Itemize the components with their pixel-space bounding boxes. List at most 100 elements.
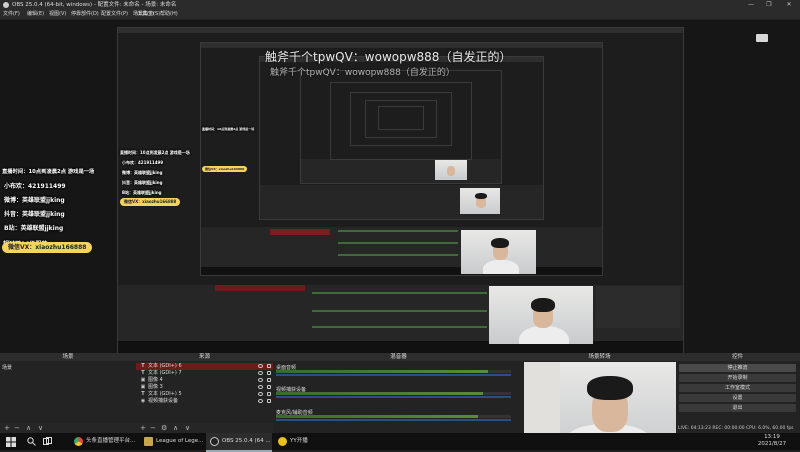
volume-slider[interactable] — [276, 396, 511, 398]
source-item[interactable]: ▣ 图像 3 — [136, 384, 273, 391]
preview-corner-icon — [756, 34, 768, 42]
source-name: 文本 (GDI+) 7 — [148, 370, 182, 376]
add-scene-button[interactable]: + — [4, 423, 10, 433]
nested-overlay-line: 直播时间：10点到凌晨2点 游戏是一场 — [202, 127, 255, 131]
source-item[interactable]: ◉ 视频捕获设备 — [136, 398, 273, 405]
nested-source-highlight — [270, 229, 330, 235]
start-button[interactable] — [4, 433, 18, 450]
text-source-icon: T — [141, 391, 145, 397]
mixer-header: 混音器 — [273, 353, 524, 361]
taskbar-app-label: YY开播 — [290, 438, 308, 444]
lock-icon[interactable] — [267, 378, 271, 382]
overlay-line-douyin: 抖音：英雄联盟jjking — [4, 211, 65, 218]
lock-icon[interactable] — [267, 392, 271, 396]
move-scene-down-button[interactable]: ∨ — [38, 423, 43, 433]
close-button[interactable]: ✕ — [782, 0, 796, 10]
image-source-icon: ▣ — [140, 384, 146, 390]
nested-controls — [596, 286, 680, 328]
menu-view[interactable]: 视图(V) — [49, 10, 66, 19]
nested-webcam-2 — [461, 230, 536, 274]
camera-source-icon: ◉ — [140, 398, 146, 404]
visibility-eye-icon[interactable] — [258, 399, 263, 403]
scenes-dock: 场景 场景 + − ∧ ∨ — [0, 353, 137, 433]
remove-source-button[interactable]: − — [150, 423, 156, 433]
lock-icon[interactable] — [267, 399, 271, 403]
visibility-eye-icon[interactable] — [258, 385, 263, 389]
obs-app-icon — [3, 2, 9, 8]
visibility-eye-icon[interactable] — [258, 378, 263, 382]
source-name: 图像 3 — [148, 384, 163, 390]
visibility-eye-icon[interactable] — [258, 364, 263, 368]
menu-tools[interactable]: 工具(T) — [137, 10, 154, 19]
nested-webcam-4 — [435, 160, 467, 180]
text-source-icon: T — [141, 363, 145, 369]
source-item[interactable]: ▣ 图像 4 — [136, 377, 273, 384]
audio-meter — [276, 370, 511, 373]
stop-streaming-button[interactable]: 停止推流 — [679, 364, 796, 372]
search-button[interactable] — [26, 433, 38, 450]
start-recording-button[interactable]: 开始录制 — [679, 374, 796, 382]
menu-docks[interactable]: 停靠部件(D) — [71, 10, 99, 19]
source-properties-button[interactable]: ⚙ — [161, 423, 167, 433]
volume-slider[interactable] — [276, 374, 511, 376]
nested-wechat-box: 微信VX：xiaozhu166888 — [120, 198, 181, 206]
sources-dock: 来源 T 文本 (GDI+) 6 T 文本 (GDI+) 7 ▣ 图像 4 ▣ … — [136, 353, 274, 433]
sources-toolbar: + − ⚙ ∧ ∨ — [136, 423, 273, 433]
move-source-up-button[interactable]: ∧ — [173, 423, 178, 433]
volume-slider[interactable] — [276, 419, 511, 421]
mixer-channel: 桌面音频 — [276, 364, 521, 378]
source-item[interactable]: T 文本 (GDI+) 6 — [136, 363, 273, 370]
nested-webcam-3 — [460, 188, 500, 214]
menu-help[interactable]: 帮助(H) — [160, 10, 178, 19]
move-source-down-button[interactable]: ∨ — [185, 423, 190, 433]
menu-file[interactable]: 文件(F) — [3, 10, 20, 19]
obs-icon — [210, 437, 219, 446]
taskbar-app-label: League of Lege... — [156, 438, 204, 444]
visibility-eye-icon[interactable] — [258, 371, 263, 375]
exit-button[interactable]: 退出 — [679, 404, 796, 412]
menu-profile[interactable]: 配置文件(P) — [101, 10, 128, 19]
scene-item[interactable]: 场景 — [2, 364, 12, 371]
scenes-toolbar: + − ∧ ∨ — [0, 423, 136, 433]
taskbar-app-league[interactable]: League of Lege... — [140, 433, 205, 450]
settings-button[interactable]: 设置 — [679, 394, 796, 402]
taskbar-app-obs[interactable]: OBS 25.0.4 (64 ... — [206, 433, 272, 452]
lock-icon[interactable] — [267, 371, 271, 375]
taskbar-app-yy[interactable]: YY开播 — [274, 433, 324, 450]
preview-canvas[interactable]: 触斧千个tpwQV：wowopw888（自发正的） 触斧千个tpwQV：wowo… — [0, 20, 800, 354]
nested-overlay-line: 小布欢：421911499 — [122, 160, 164, 165]
title-bar: OBS 25.0.4 (64-bit, windows) - 配置文件: 未命名… — [0, 0, 800, 10]
audio-mixer-dock: 混音器 桌面音频 视频捕获设备 麦克风/辅助音频 — [273, 353, 525, 433]
system-clock[interactable]: 13:19 2021/8/27 — [752, 434, 792, 451]
menu-edit[interactable]: 编辑(E) — [27, 10, 44, 19]
status-bar-text: LIVE: 04:13:23 REC: 00:00:00 CPU: 6.0%, … — [678, 426, 794, 431]
add-source-button[interactable]: + — [140, 423, 146, 433]
taskbar-app-toutiao[interactable]: 头条直播管理平台... — [70, 433, 136, 450]
maximize-button[interactable]: ❐ — [762, 0, 776, 10]
minimize-button[interactable]: — — [744, 0, 758, 10]
task-view-icon — [43, 437, 52, 445]
lock-icon[interactable] — [267, 385, 271, 389]
move-scene-up-button[interactable]: ∧ — [26, 423, 31, 433]
mixer-channel: 麦克风/辅助音频 — [276, 409, 521, 423]
nested-overlay-line: 直播时间：10点到凌晨2点 游戏是一场 — [120, 150, 190, 155]
remove-scene-button[interactable]: − — [14, 423, 20, 433]
taskbar-app-label: 头条直播管理平台... — [86, 438, 136, 444]
yy-icon — [278, 437, 287, 446]
window-title: OBS 25.0.4 (64-bit, windows) - 配置文件: 未命名… — [12, 2, 177, 8]
wechat-box: 微信VX：xiaozhu166888 — [2, 242, 93, 253]
taskbar: 头条直播管理平台... League of Lege... OBS 25.0.4… — [0, 433, 800, 452]
lock-icon[interactable] — [267, 364, 271, 368]
source-item[interactable]: T 文本 (GDI+) 5 — [136, 391, 273, 398]
studio-mode-button[interactable]: 工作室模式 — [679, 384, 796, 392]
nested-wechat-box: 微信VX：xiaozhu166888 — [202, 166, 248, 172]
task-view-button[interactable] — [42, 433, 54, 450]
taskbar-app-label: OBS 25.0.4 (64 ... — [222, 438, 271, 444]
clock-date: 2021/8/27 — [757, 441, 787, 447]
overlay-line-bilibili: B站：英雄联盟jjking — [4, 225, 64, 232]
source-item[interactable]: T 文本 (GDI+) 7 — [136, 370, 273, 377]
source-name: 文本 (GDI+) 5 — [148, 391, 182, 397]
sources-header: 来源 — [136, 353, 273, 361]
text-source-icon: T — [141, 370, 145, 376]
visibility-eye-icon[interactable] — [258, 392, 263, 396]
